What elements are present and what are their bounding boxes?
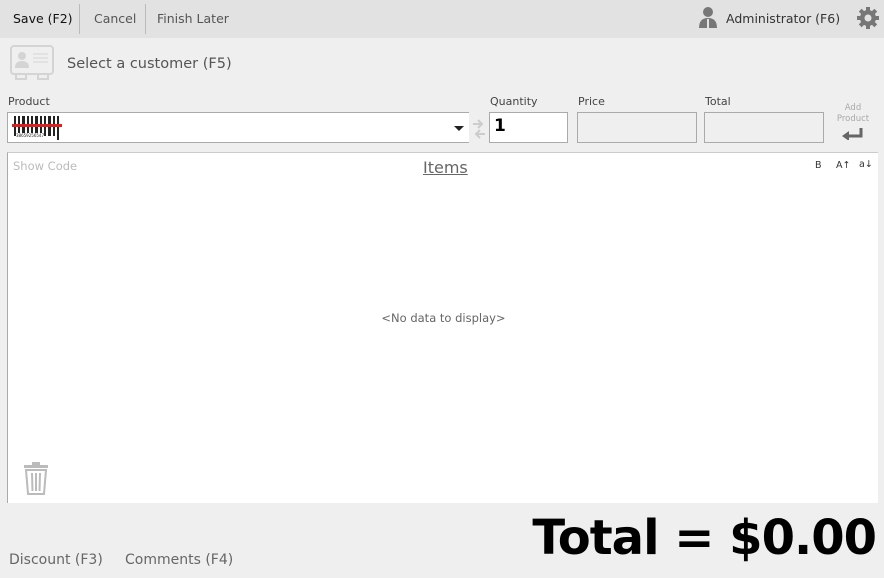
empty-message: <No data to display> <box>381 311 506 325</box>
user-menu-button[interactable]: Administrator (F6) <box>726 0 840 38</box>
price-label: Price <box>578 95 605 108</box>
price-field <box>577 112 697 143</box>
add-product-label: Add <box>844 103 862 113</box>
trash-icon[interactable] <box>23 461 49 495</box>
quantity-label: Quantity <box>490 95 538 108</box>
add-product-button[interactable]: Add Product <box>832 103 874 144</box>
bold-button[interactable]: B <box>815 160 822 171</box>
items-grid[interactable]: Show Code Items B A↑ a↓ <No data to disp… <box>7 152 878 503</box>
product-combobox[interactable]: 38659256547 <box>7 112 469 143</box>
finish-later-button[interactable]: Finish Later <box>157 0 229 38</box>
font-increase-button[interactable]: A↑ <box>836 160 850 171</box>
barcode-icon: 38659256547 <box>11 116 65 140</box>
divider <box>79 4 80 34</box>
discount-button[interactable]: Discount (F3) <box>9 552 103 568</box>
barcode-digits: 38659256547 <box>16 133 44 138</box>
gear-icon[interactable] <box>856 6 880 30</box>
font-decrease-button[interactable]: a↓ <box>859 159 873 170</box>
enter-arrow-icon <box>832 128 874 144</box>
chevron-down-icon[interactable] <box>454 126 464 131</box>
line-total-field <box>704 112 824 143</box>
select-customer-link[interactable]: Select a customer (F5) <box>67 56 232 72</box>
product-label: Product <box>8 95 50 108</box>
comments-button[interactable]: Comments (F4) <box>125 552 233 568</box>
grid-title: Items <box>423 158 468 177</box>
user-icon <box>698 6 718 28</box>
customer-card-icon[interactable] <box>10 45 54 81</box>
grand-total: Total = $0.00 <box>532 510 877 566</box>
show-code-button[interactable]: Show Code <box>13 159 77 173</box>
quantity-input[interactable]: 1 <box>489 112 568 143</box>
toolbar: Save (F2) Cancel Finish Later Administra… <box>0 0 884 38</box>
add-product-label: Product <box>836 114 870 124</box>
swap-arrows-icon[interactable] <box>472 118 486 140</box>
save-button[interactable]: Save (F2) <box>13 0 73 38</box>
total-label: Total <box>705 95 731 108</box>
divider <box>145 4 146 34</box>
cancel-button[interactable]: Cancel <box>94 0 136 38</box>
